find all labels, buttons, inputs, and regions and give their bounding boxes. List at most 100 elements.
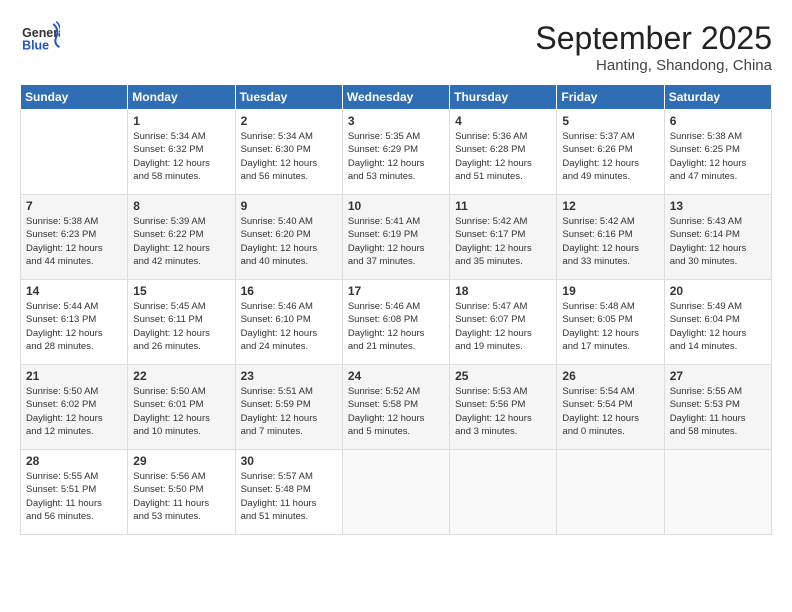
day-info: Sunrise: 5:47 AM Sunset: 6:07 PM Dayligh… <box>455 300 551 353</box>
day-number: 24 <box>348 369 444 383</box>
day-number: 16 <box>241 284 337 298</box>
calendar-week-1: 1 Sunrise: 5:34 AM Sunset: 6:32 PM Daylig… <box>21 110 772 195</box>
day-number: 28 <box>26 454 122 468</box>
calendar-cell: 20 Sunrise: 5:49 AM Sunset: 6:04 PM Dayli… <box>664 280 771 365</box>
day-number: 6 <box>670 114 766 128</box>
day-number: 20 <box>670 284 766 298</box>
day-info: Sunrise: 5:43 AM Sunset: 6:14 PM Dayligh… <box>670 215 766 268</box>
page-header: General Blue September 2025 Hanting, Sha… <box>20 20 772 74</box>
day-number: 4 <box>455 114 551 128</box>
day-number: 2 <box>241 114 337 128</box>
day-number: 17 <box>348 284 444 298</box>
calendar-cell: 21 Sunrise: 5:50 AM Sunset: 6:02 PM Dayli… <box>21 365 128 450</box>
day-number: 26 <box>562 369 658 383</box>
day-info: Sunrise: 5:36 AM Sunset: 6:28 PM Dayligh… <box>455 130 551 183</box>
day-info: Sunrise: 5:46 AM Sunset: 6:10 PM Dayligh… <box>241 300 337 353</box>
calendar-cell: 30Sunrise: 5:57 AM Sunset: 5:48 PM Dayli… <box>235 450 342 535</box>
day-info: Sunrise: 5:46 AM Sunset: 6:08 PM Dayligh… <box>348 300 444 353</box>
weekday-header-row: SundayMondayTuesdayWednesdayThursdayFrid… <box>21 85 772 110</box>
day-number: 18 <box>455 284 551 298</box>
day-number: 29 <box>133 454 229 468</box>
calendar-table: SundayMondayTuesdayWednesdayThursdayFrid… <box>20 84 772 535</box>
calendar-cell: 25 Sunrise: 5:53 AM Sunset: 5:56 PM Dayli… <box>450 365 557 450</box>
day-number: 19 <box>562 284 658 298</box>
weekday-header-wednesday: Wednesday <box>342 85 449 110</box>
calendar-cell: 8Sunrise: 5:39 AM Sunset: 6:22 PM Daylig… <box>128 195 235 280</box>
day-number: 23 <box>241 369 337 383</box>
calendar-cell: 12 Sunrise: 5:42 AM Sunset: 6:16 PM Dayli… <box>557 195 664 280</box>
day-info: Sunrise: 5:49 AM Sunset: 6:04 PM Dayligh… <box>670 300 766 353</box>
weekday-header-thursday: Thursday <box>450 85 557 110</box>
day-info: Sunrise: 5:45 AM Sunset: 6:11 PM Dayligh… <box>133 300 229 353</box>
calendar-cell: 15 Sunrise: 5:45 AM Sunset: 6:11 PM Dayli… <box>128 280 235 365</box>
day-number: 15 <box>133 284 229 298</box>
day-number: 27 <box>670 369 766 383</box>
day-info: Sunrise: 5:42 AM Sunset: 6:17 PM Dayligh… <box>455 215 551 268</box>
calendar-cell <box>342 450 449 535</box>
day-info: Sunrise: 5:57 AM Sunset: 5:48 PM Dayligh… <box>241 470 337 523</box>
calendar-cell: 2 Sunrise: 5:34 AM Sunset: 6:30 PM Daylig… <box>235 110 342 195</box>
day-info: Sunrise: 5:42 AM Sunset: 6:16 PM Dayligh… <box>562 215 658 268</box>
day-number: 12 <box>562 199 658 213</box>
calendar-week-5: 28 Sunrise: 5:55 AM Sunset: 5:51 PM Dayli… <box>21 450 772 535</box>
calendar-cell: 27Sunrise: 5:55 AM Sunset: 5:53 PM Dayli… <box>664 365 771 450</box>
weekday-header-saturday: Saturday <box>664 85 771 110</box>
day-info: Sunrise: 5:50 AM Sunset: 6:02 PM Dayligh… <box>26 385 122 438</box>
day-number: 10 <box>348 199 444 213</box>
day-info: Sunrise: 5:48 AM Sunset: 6:05 PM Dayligh… <box>562 300 658 353</box>
day-info: Sunrise: 5:34 AM Sunset: 6:32 PM Dayligh… <box>133 130 229 183</box>
calendar-cell: 19 Sunrise: 5:48 AM Sunset: 6:05 PM Dayli… <box>557 280 664 365</box>
day-number: 5 <box>562 114 658 128</box>
day-number: 13 <box>670 199 766 213</box>
calendar-cell: 7 Sunrise: 5:38 AM Sunset: 6:23 PM Daylig… <box>21 195 128 280</box>
day-number: 11 <box>455 199 551 213</box>
calendar-cell: 28 Sunrise: 5:55 AM Sunset: 5:51 PM Dayli… <box>21 450 128 535</box>
calendar-cell: 3Sunrise: 5:35 AM Sunset: 6:29 PM Daylig… <box>342 110 449 195</box>
weekday-header-friday: Friday <box>557 85 664 110</box>
calendar-cell <box>557 450 664 535</box>
logo: General Blue <box>20 20 64 55</box>
day-info: Sunrise: 5:34 AM Sunset: 6:30 PM Dayligh… <box>241 130 337 183</box>
calendar-cell: 14Sunrise: 5:44 AM Sunset: 6:13 PM Dayli… <box>21 280 128 365</box>
weekday-header-sunday: Sunday <box>21 85 128 110</box>
calendar-cell: 22Sunrise: 5:50 AM Sunset: 6:01 PM Dayli… <box>128 365 235 450</box>
weekday-header-monday: Monday <box>128 85 235 110</box>
day-number: 7 <box>26 199 122 213</box>
day-info: Sunrise: 5:53 AM Sunset: 5:56 PM Dayligh… <box>455 385 551 438</box>
day-info: Sunrise: 5:52 AM Sunset: 5:58 PM Dayligh… <box>348 385 444 438</box>
day-info: Sunrise: 5:50 AM Sunset: 6:01 PM Dayligh… <box>133 385 229 438</box>
calendar-cell: 10 Sunrise: 5:41 AM Sunset: 6:19 PM Dayli… <box>342 195 449 280</box>
calendar-cell: 5Sunrise: 5:37 AM Sunset: 6:26 PM Daylig… <box>557 110 664 195</box>
title-block: September 2025 Hanting, Shandong, China <box>535 20 772 74</box>
day-number: 9 <box>241 199 337 213</box>
day-info: Sunrise: 5:41 AM Sunset: 6:19 PM Dayligh… <box>348 215 444 268</box>
calendar-cell <box>664 450 771 535</box>
calendar-cell: 29 Sunrise: 5:56 AM Sunset: 5:50 PM Dayli… <box>128 450 235 535</box>
calendar-cell: 26 Sunrise: 5:54 AM Sunset: 5:54 PM Dayli… <box>557 365 664 450</box>
calendar-cell: 17 Sunrise: 5:46 AM Sunset: 6:08 PM Dayli… <box>342 280 449 365</box>
day-info: Sunrise: 5:51 AM Sunset: 5:59 PM Dayligh… <box>241 385 337 438</box>
calendar-cell: 9Sunrise: 5:40 AM Sunset: 6:20 PM Daylig… <box>235 195 342 280</box>
day-info: Sunrise: 5:38 AM Sunset: 6:23 PM Dayligh… <box>26 215 122 268</box>
day-info: Sunrise: 5:56 AM Sunset: 5:50 PM Dayligh… <box>133 470 229 523</box>
month-title: September 2025 <box>535 20 772 57</box>
calendar-cell: 11 Sunrise: 5:42 AM Sunset: 6:17 PM Dayli… <box>450 195 557 280</box>
calendar-cell <box>21 110 128 195</box>
day-number: 25 <box>455 369 551 383</box>
calendar-cell: 13 Sunrise: 5:43 AM Sunset: 6:14 PM Dayli… <box>664 195 771 280</box>
day-info: Sunrise: 5:38 AM Sunset: 6:25 PM Dayligh… <box>670 130 766 183</box>
calendar-cell: 1 Sunrise: 5:34 AM Sunset: 6:32 PM Daylig… <box>128 110 235 195</box>
calendar-cell: 18 Sunrise: 5:47 AM Sunset: 6:07 PM Dayli… <box>450 280 557 365</box>
day-info: Sunrise: 5:39 AM Sunset: 6:22 PM Dayligh… <box>133 215 229 268</box>
calendar-cell <box>450 450 557 535</box>
day-info: Sunrise: 5:54 AM Sunset: 5:54 PM Dayligh… <box>562 385 658 438</box>
day-number: 21 <box>26 369 122 383</box>
svg-text:Blue: Blue <box>22 39 49 53</box>
day-number: 14 <box>26 284 122 298</box>
day-info: Sunrise: 5:55 AM Sunset: 5:51 PM Dayligh… <box>26 470 122 523</box>
calendar-cell: 4 Sunrise: 5:36 AM Sunset: 6:28 PM Daylig… <box>450 110 557 195</box>
calendar-cell: 23 Sunrise: 5:51 AM Sunset: 5:59 PM Dayli… <box>235 365 342 450</box>
calendar-cell: 6 Sunrise: 5:38 AM Sunset: 6:25 PM Daylig… <box>664 110 771 195</box>
day-number: 1 <box>133 114 229 128</box>
day-number: 3 <box>348 114 444 128</box>
